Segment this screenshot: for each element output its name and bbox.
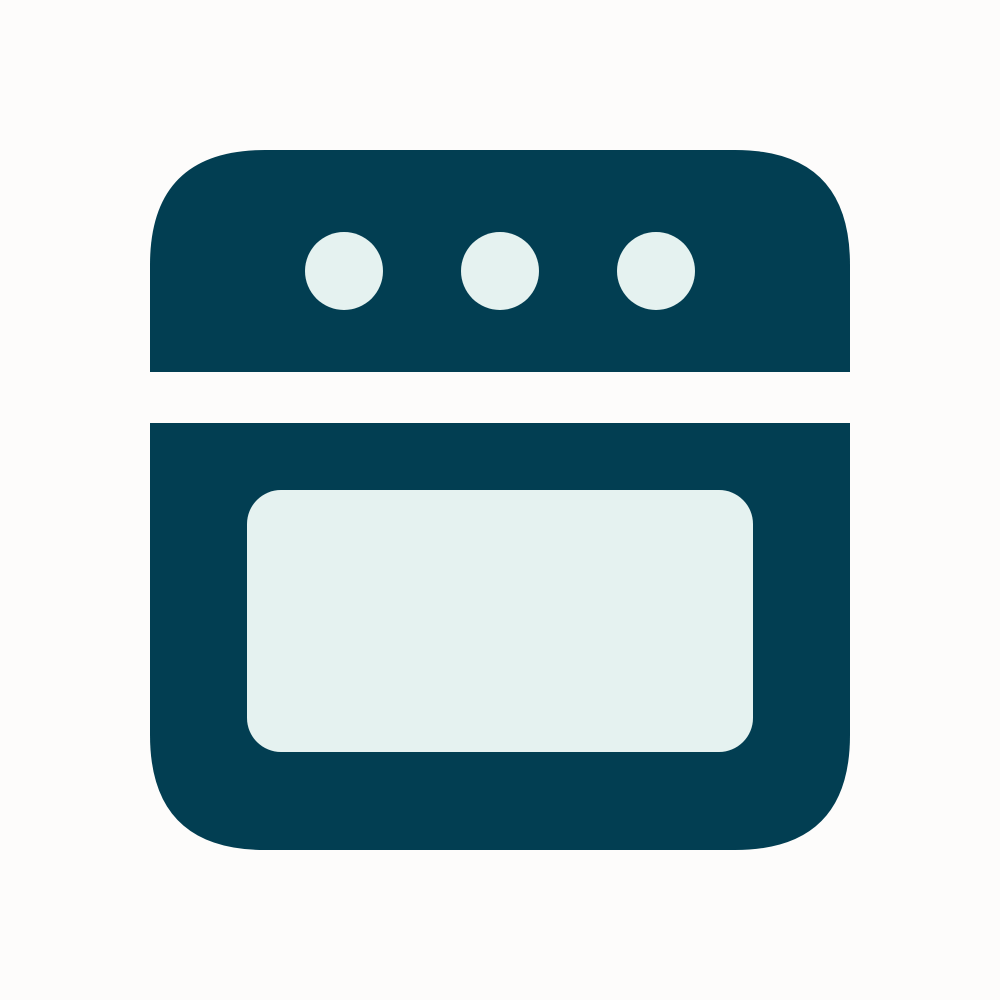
oven-icon xyxy=(150,150,850,850)
oven-window xyxy=(247,490,753,752)
icon-canvas xyxy=(0,0,1000,1000)
oven-knob-center xyxy=(461,232,539,310)
oven-knob-left xyxy=(305,232,383,310)
oven-knob-right xyxy=(617,232,695,310)
